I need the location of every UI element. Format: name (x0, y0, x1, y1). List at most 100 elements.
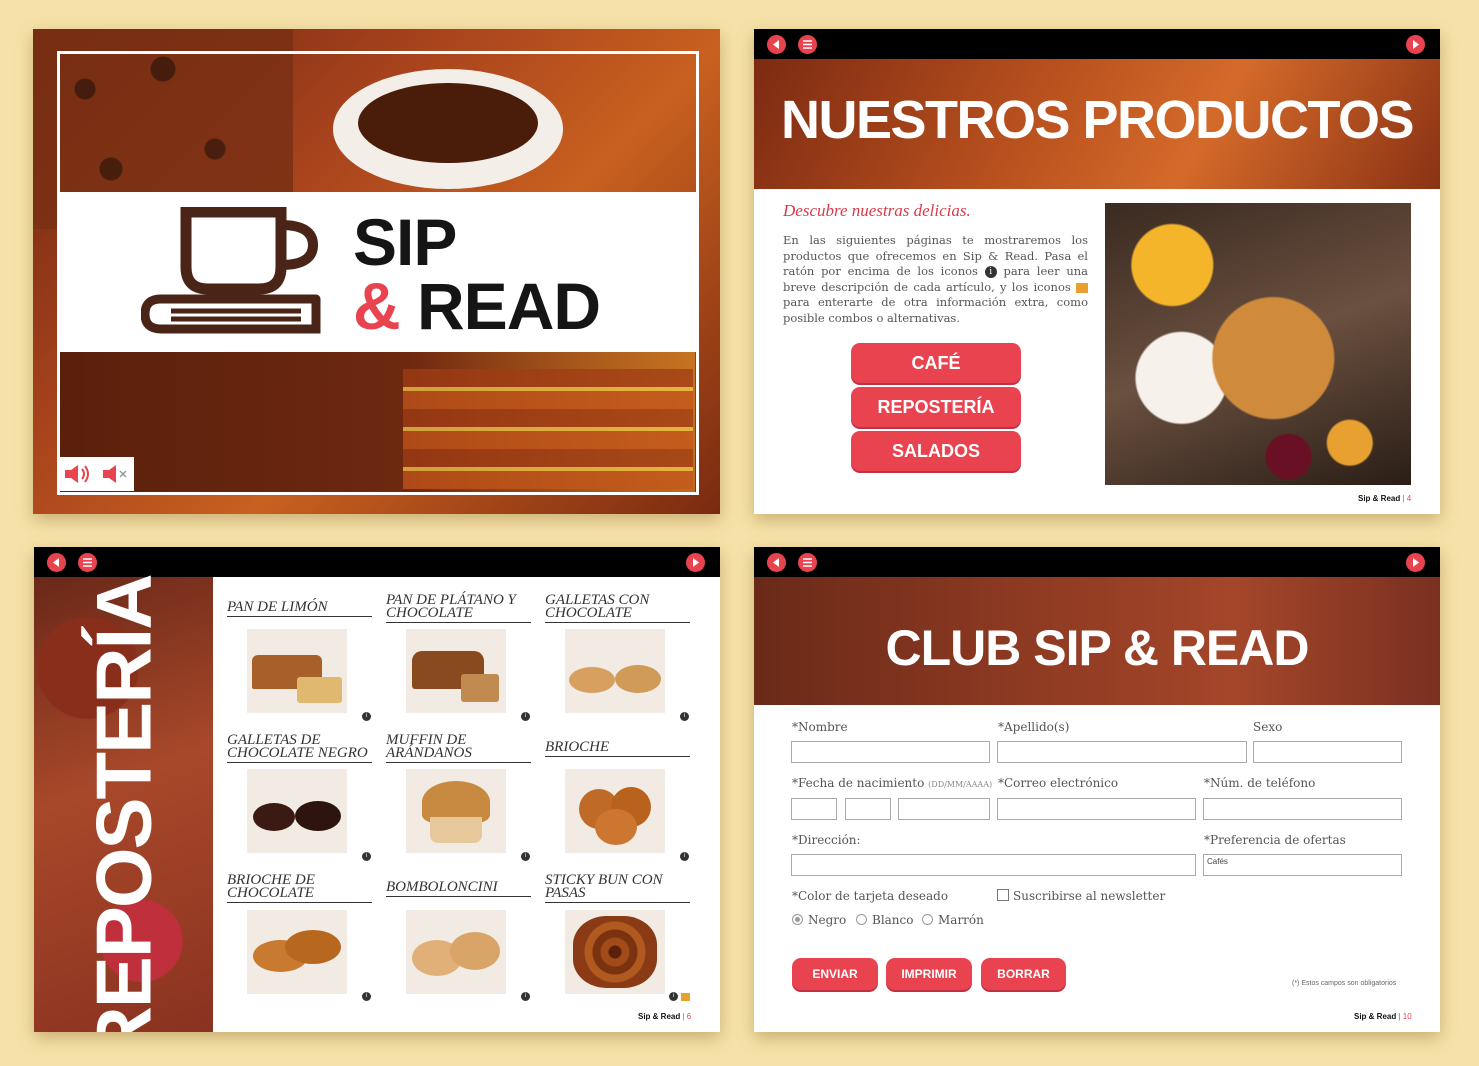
footer-brand: Sip & Read (1358, 494, 1401, 503)
breakfast-photo (1105, 203, 1411, 485)
brand-read: & READ (353, 273, 601, 339)
info-icon[interactable]: i (669, 992, 678, 1001)
info-icon[interactable]: i (362, 712, 371, 721)
radio-blanco[interactable]: Blanco (856, 913, 913, 927)
fecha-mes-field[interactable] (845, 798, 891, 820)
brand-sip: SIP (353, 205, 457, 279)
page-number: 6 (686, 1012, 692, 1021)
products-subtitle: Descubre nuestras delicias. (783, 201, 971, 220)
club-hero: CLUB SIP & READ (754, 577, 1440, 705)
product-title: BRIOCHE (545, 740, 690, 757)
sexo-label: Sexo (1253, 720, 1283, 734)
back-button[interactable] (767, 553, 786, 572)
products-hero: NUESTROS PRODUCTOS (754, 59, 1440, 189)
audio-controls (57, 457, 134, 491)
apellidos-label: *Apellido(s) (998, 720, 1070, 734)
page-footer: Sip & Read | 10 (1354, 1012, 1412, 1021)
cafe-button[interactable]: CAFÉ (851, 343, 1021, 383)
correo-label: *Correo electrónico (998, 776, 1119, 790)
arrow-left-icon (53, 558, 59, 567)
info-icon[interactable]: i (680, 852, 689, 861)
nombre-field[interactable] (791, 741, 990, 763)
radio-dot[interactable] (856, 914, 867, 925)
page-footer: Sip & Read | 4 (1358, 494, 1411, 503)
borrar-button[interactable]: BORRAR (981, 958, 1066, 990)
fecha-anio-field[interactable] (898, 798, 990, 820)
radio-dot[interactable] (792, 914, 803, 925)
product-image[interactable] (565, 629, 665, 713)
info-icon[interactable]: i (521, 852, 530, 861)
pastry-side-image: REPOSTERÍA (34, 575, 213, 1032)
product-image[interactable] (247, 629, 347, 713)
footer-brand: Sip & Read (1354, 1012, 1397, 1021)
preferencia-label: *Preferencia de ofertas (1204, 833, 1346, 847)
info-icon: i (984, 266, 997, 278)
arrow-left-icon (773, 40, 779, 49)
color-label: *Color de tarjeta deseado (792, 889, 949, 903)
arrow-right-icon (1413, 558, 1419, 567)
reposteria-button[interactable]: REPOSTERÍA (851, 387, 1021, 427)
telefono-field[interactable] (1203, 798, 1402, 820)
footer-brand: Sip & Read (638, 1012, 681, 1021)
apellidos-field[interactable] (997, 741, 1247, 763)
menu-button[interactable] (798, 553, 817, 572)
radio-marron[interactable]: Marrón (922, 913, 984, 927)
direccion-field[interactable] (791, 854, 1196, 876)
note-icon[interactable] (681, 993, 690, 1001)
nav-bar (34, 547, 720, 577)
product-image[interactable] (247, 910, 347, 994)
fecha-dia-field[interactable] (791, 798, 837, 820)
product-image[interactable] (247, 769, 347, 853)
info-icon[interactable]: i (521, 712, 530, 721)
product-image[interactable] (565, 910, 665, 994)
next-button[interactable] (1406, 553, 1425, 572)
speaker-mute-icon[interactable] (101, 463, 131, 485)
correo-field[interactable] (997, 798, 1196, 820)
info-icon[interactable]: i (362, 992, 371, 1001)
menu-button[interactable] (78, 553, 97, 572)
sexo-field[interactable] (1253, 741, 1402, 763)
next-button[interactable] (1406, 35, 1425, 54)
product-title: STICKY BUN CON PASAS (545, 873, 690, 903)
intro-text-3: para enterarte de otra información extra… (783, 295, 1088, 325)
product-image[interactable] (406, 910, 506, 994)
note-icon (1076, 282, 1089, 293)
newsletter-checkbox[interactable] (997, 889, 1009, 901)
arrow-right-icon (1413, 40, 1419, 49)
product-title: PAN DE PLÁTANO Y CHOCOLATE (386, 593, 531, 623)
cup-and-book-logo-icon (141, 207, 321, 334)
products-intro: En las siguientes páginas te mostraremos… (783, 233, 1089, 326)
enviar-button[interactable]: ENVIAR (792, 958, 878, 990)
product-image[interactable] (406, 629, 506, 713)
info-icon[interactable]: i (362, 852, 371, 861)
info-icon[interactable]: i (680, 712, 689, 721)
arrow-left-icon (773, 558, 779, 567)
info-icon[interactable]: i (521, 992, 530, 1001)
menu-icon (83, 558, 92, 567)
next-button[interactable] (686, 553, 705, 572)
radio-label: Blanco (872, 913, 914, 927)
direccion-label: *Dirección: (792, 833, 861, 847)
nombre-label: *Nombre (792, 720, 848, 734)
speaker-on-icon[interactable] (63, 463, 93, 485)
product-image[interactable] (565, 769, 665, 853)
product-title: MUFFIN DE ARÁNDANOS (386, 733, 531, 763)
radio-negro[interactable]: Negro (792, 913, 846, 927)
back-button[interactable] (767, 35, 786, 54)
section-title: REPOSTERÍA (79, 575, 168, 1032)
club-slide: CLUB SIP & READ *Nombre *Apellido(s) Sex… (754, 547, 1440, 1032)
brand-read-text: READ (417, 269, 601, 343)
menu-button[interactable] (798, 35, 817, 54)
reposteria-slide: REPOSTERÍA PAN DE LIMÓN i PAN DE PLÁTANO… (34, 547, 720, 1032)
products-slide: NUESTROS PRODUCTOS Descubre nuestras del… (754, 29, 1440, 514)
preferencia-select[interactable]: Cafés (1203, 854, 1402, 876)
product-title: BRIOCHE DE CHOCOLATE (227, 873, 372, 903)
back-button[interactable] (47, 553, 66, 572)
page-number: 10 (1402, 1012, 1412, 1021)
salados-button[interactable]: SALADOS (851, 431, 1021, 471)
product-image[interactable] (406, 769, 506, 853)
newsletter-option[interactable]: Suscribirse al newsletter (997, 889, 1165, 903)
radio-dot[interactable] (922, 914, 933, 925)
imprimir-button[interactable]: IMPRIMIR (886, 958, 972, 990)
cover-slide: SIP & READ (33, 29, 720, 514)
